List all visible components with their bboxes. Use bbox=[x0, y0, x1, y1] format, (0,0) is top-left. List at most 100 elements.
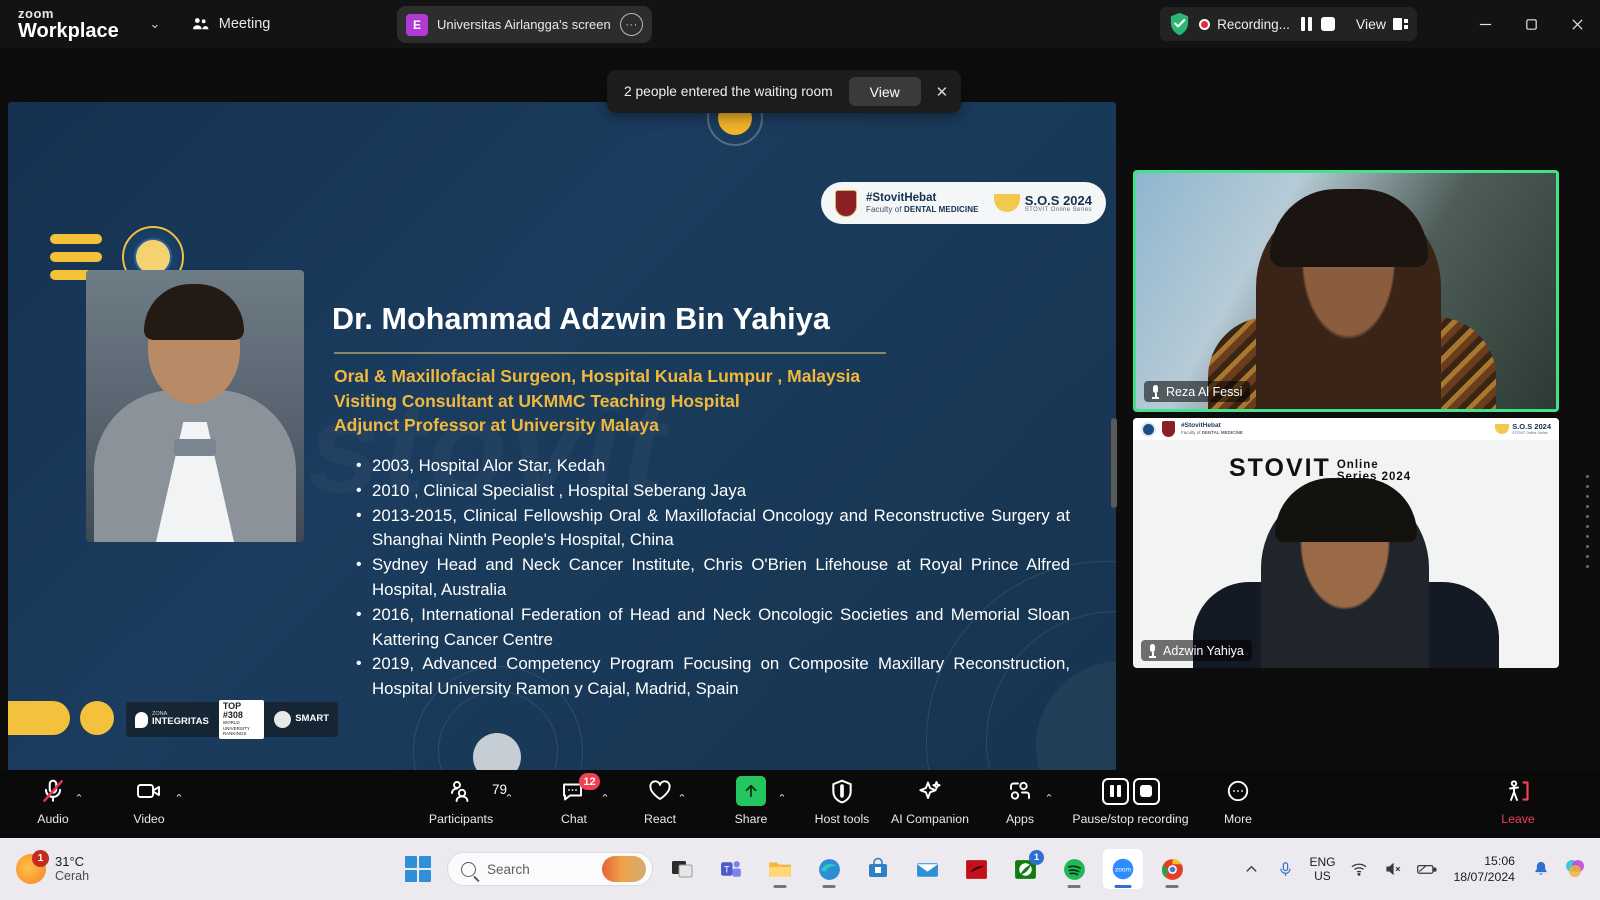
mail-button[interactable] bbox=[907, 849, 947, 889]
list-item: 2019, Advanced Competency Program Focusi… bbox=[350, 652, 1070, 702]
recording-status: Recording... bbox=[1199, 17, 1290, 32]
virtual-bg-header: #StovitHebat Faculty of DENTAL MEDICINE … bbox=[1133, 418, 1559, 440]
list-item: 2003, Hospital Alor Star, Kedah bbox=[350, 454, 1070, 479]
participants-options-button[interactable]: ⌃ bbox=[492, 776, 526, 806]
minimize-button[interactable] bbox=[1462, 0, 1508, 48]
unair-logo-icon bbox=[1141, 421, 1156, 437]
notifications-bell-button[interactable] bbox=[1526, 852, 1556, 886]
chevron-up-icon: ⌃ bbox=[74, 793, 84, 805]
microphone-tray-icon[interactable] bbox=[1270, 852, 1300, 886]
mic-muted-icon bbox=[1150, 384, 1161, 399]
edge-button[interactable] bbox=[809, 849, 849, 889]
media-app-button[interactable] bbox=[956, 849, 996, 889]
host-tools-button[interactable]: Host tools bbox=[805, 776, 879, 826]
participants-icon: 79 bbox=[448, 776, 507, 806]
faculty-shield-icon bbox=[835, 189, 857, 217]
camera-icon bbox=[136, 776, 162, 806]
participants-button[interactable]: 79 Participants bbox=[424, 776, 507, 826]
clock[interactable]: 15:06 18/07/2024 bbox=[1446, 853, 1522, 885]
stage-scrollbar[interactable] bbox=[1111, 418, 1117, 508]
xbox-button[interactable]: 1 bbox=[1005, 849, 1045, 889]
video-tiles-panel: Reza Al Fessi #StovitHebat Faculty of DE… bbox=[1128, 48, 1600, 770]
chrome-icon bbox=[1161, 858, 1183, 880]
microsoft-store-button[interactable] bbox=[858, 849, 898, 889]
notification-view-button[interactable]: View bbox=[848, 77, 921, 106]
teams-button[interactable]: T bbox=[711, 849, 751, 889]
badge-hashtag: #StovitHebat bbox=[866, 191, 937, 204]
subtitle-line: Adjunct Professor at University Malaya bbox=[334, 415, 659, 436]
chat-options-button[interactable]: ⌃ bbox=[588, 776, 622, 806]
mic-icon bbox=[1280, 861, 1291, 876]
teams-icon: T bbox=[720, 860, 741, 877]
audio-label: Audio bbox=[37, 812, 69, 826]
screen-share-indicator[interactable]: E Universitas Airlangga's screen ··· bbox=[397, 6, 652, 43]
battery-icon bbox=[1417, 864, 1437, 874]
share-options-button[interactable]: ⌃ bbox=[765, 776, 799, 806]
people-icon bbox=[192, 17, 209, 29]
list-item: 2010 , Clinical Specialist , Hospital Se… bbox=[350, 479, 1070, 504]
video-tile-participant-1[interactable]: Reza Al Fessi bbox=[1133, 170, 1559, 412]
tray-expand-button[interactable] bbox=[1236, 852, 1266, 886]
task-view-button[interactable] bbox=[662, 849, 702, 889]
close-button[interactable] bbox=[1554, 0, 1600, 48]
apps-label: Apps bbox=[1005, 812, 1035, 826]
video-tile-participant-2[interactable]: #StovitHebat Faculty of DENTAL MEDICINE … bbox=[1133, 418, 1559, 668]
bg-sub-line1: Online bbox=[1336, 459, 1379, 471]
chevron-up-icon: ⌃ bbox=[677, 793, 687, 805]
leave-icon bbox=[1505, 776, 1531, 806]
zoom-button[interactable]: zoom bbox=[1103, 849, 1143, 889]
more-label: More bbox=[1223, 812, 1253, 826]
chrome-button[interactable] bbox=[1152, 849, 1192, 889]
file-explorer-button[interactable] bbox=[760, 849, 800, 889]
integritas-main: INTEGRITAS bbox=[152, 716, 209, 728]
volume-muted-tray-icon[interactable] bbox=[1378, 852, 1408, 886]
layout-icon bbox=[1393, 18, 1408, 30]
stop-recording-icon[interactable] bbox=[1132, 777, 1160, 805]
smart-globe-icon bbox=[274, 711, 292, 728]
recording-controls-group: Recording... View bbox=[1160, 7, 1417, 41]
more-button[interactable]: More bbox=[1201, 776, 1275, 826]
weather-badge: 1 bbox=[32, 850, 49, 867]
meeting-tab[interactable]: Meeting bbox=[191, 15, 270, 34]
zoom-icon: zoom bbox=[1112, 858, 1134, 880]
search-placeholder: Search bbox=[487, 861, 530, 877]
pause-recording-icon[interactable] bbox=[1101, 777, 1129, 805]
stop-recording-icon[interactable] bbox=[1320, 17, 1335, 31]
leave-button[interactable]: Leave bbox=[1481, 776, 1555, 826]
view-label: View bbox=[1355, 16, 1386, 32]
bg-sos-title: S.O.S 2024 bbox=[1512, 422, 1551, 432]
weather-widget[interactable]: 1 31°C Cerah bbox=[16, 850, 89, 884]
pause-stop-recording-button[interactable]: Pause/stop recording bbox=[1072, 776, 1189, 826]
bell-icon bbox=[1535, 861, 1547, 875]
shield-icon[interactable] bbox=[1169, 12, 1190, 36]
sos-swoosh-icon bbox=[993, 194, 1020, 212]
chat-icon: 12 bbox=[561, 773, 600, 806]
badge-faculty: Faculty of DENTAL MEDICINE bbox=[866, 205, 979, 215]
apps-options-button[interactable]: ⌃ bbox=[1032, 776, 1066, 806]
react-options-button[interactable]: ⌃ bbox=[665, 776, 699, 806]
audio-options-button[interactable]: ⌃ bbox=[62, 776, 96, 806]
maximize-button[interactable] bbox=[1508, 0, 1554, 48]
notification-close-icon[interactable]: ✕ bbox=[931, 79, 953, 105]
svg-text:T: T bbox=[723, 864, 729, 874]
search-input[interactable]: Search bbox=[447, 852, 653, 886]
pause-recording-icon[interactable] bbox=[1300, 17, 1312, 31]
more-options-icon[interactable]: ··· bbox=[620, 13, 643, 36]
language-indicator[interactable]: ENG US bbox=[1304, 855, 1340, 883]
shared-screen-stage[interactable]: stovit #StovitHebat Faculty of DENTAL ME… bbox=[0, 48, 1120, 771]
battery-tray-icon[interactable] bbox=[1412, 852, 1442, 886]
media-app-icon bbox=[965, 859, 987, 879]
video-options-button[interactable]: ⌃ bbox=[162, 776, 196, 806]
app-name-line2: Workplace bbox=[18, 20, 119, 42]
chevron-down-icon[interactable]: ⌄ bbox=[141, 10, 169, 38]
view-layout-button[interactable]: View bbox=[1356, 16, 1408, 32]
wifi-tray-icon[interactable] bbox=[1344, 852, 1374, 886]
list-item: 2013-2015, Clinical Fellowship Oral & Ma… bbox=[350, 504, 1070, 554]
window-controls bbox=[1462, 0, 1600, 48]
wifi-icon bbox=[1351, 863, 1367, 876]
ai-companion-button[interactable]: AI Companion bbox=[891, 776, 969, 826]
spotify-button[interactable] bbox=[1054, 849, 1094, 889]
tile-resize-handle-right[interactable] bbox=[1580, 468, 1594, 668]
start-button[interactable] bbox=[398, 849, 438, 889]
copilot-button[interactable] bbox=[1560, 852, 1590, 886]
